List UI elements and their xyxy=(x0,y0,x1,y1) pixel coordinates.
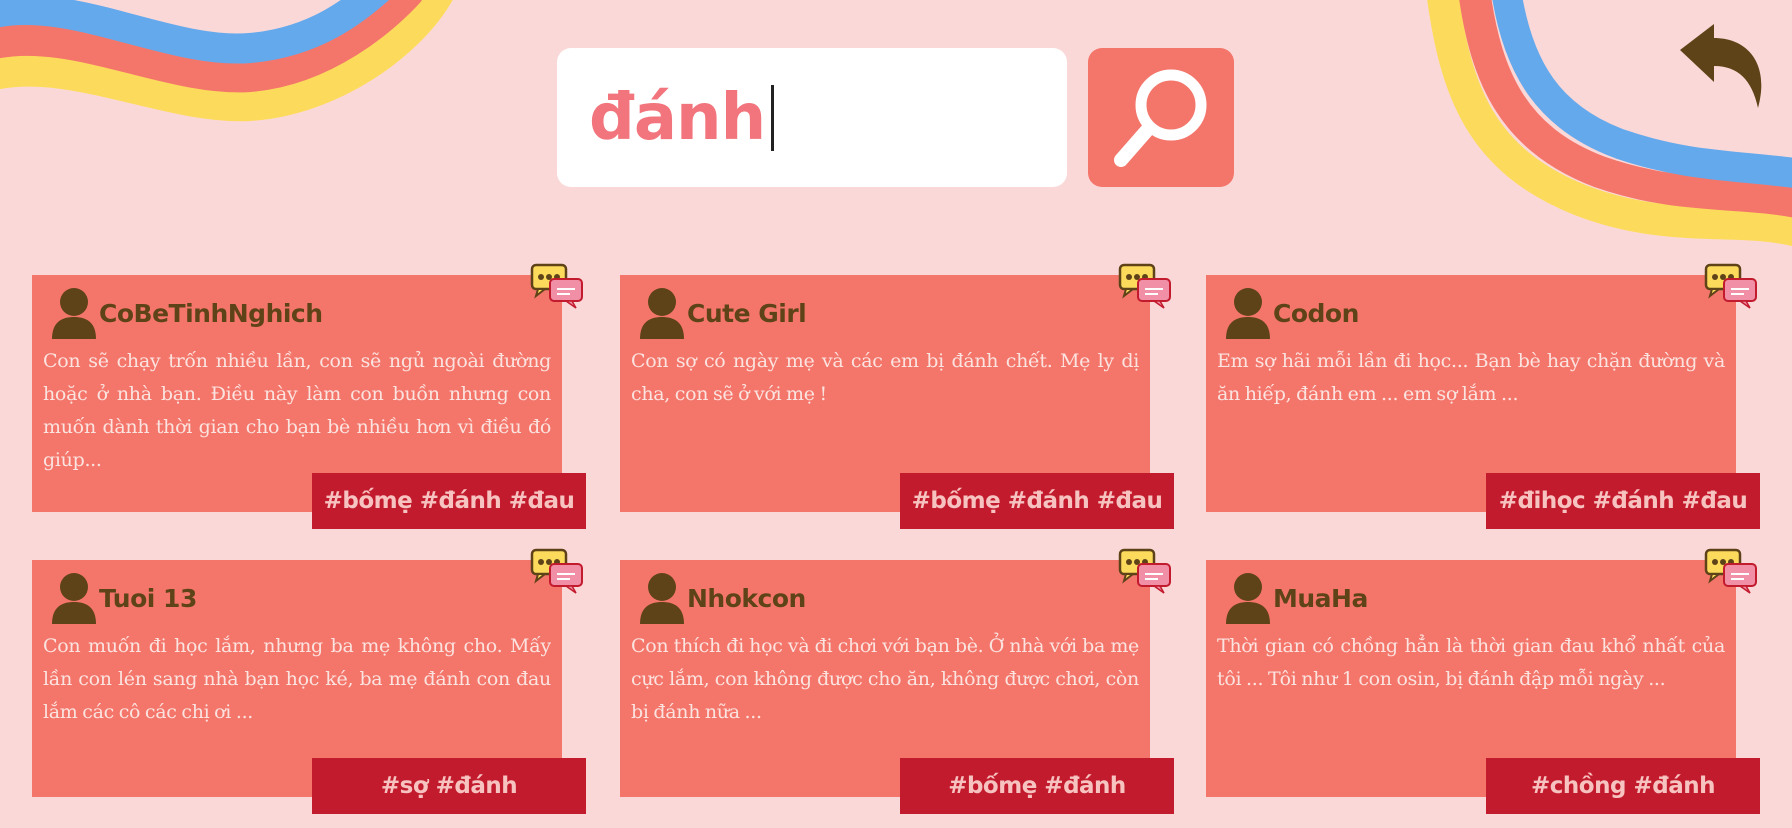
chat-bubbles-icon[interactable] xyxy=(1704,548,1760,594)
post-username[interactable]: CoBeTinhNghich xyxy=(99,299,323,328)
user-avatar-icon xyxy=(52,288,96,339)
user-avatar-icon xyxy=(52,573,96,624)
post-tags[interactable]: #bốmẹ #đánh #đau xyxy=(900,473,1174,529)
search-input[interactable]: đánh xyxy=(557,48,1067,187)
post-header: MuaHa xyxy=(1225,572,1725,624)
chat-bubbles-icon[interactable] xyxy=(530,263,586,309)
search-button[interactable] xyxy=(1088,48,1234,187)
post-text: Thời gian có chồng hẳn là thời gian đau … xyxy=(1217,635,1725,690)
post-text: Con muốn đi học lắm, nhưng ba mẹ không c… xyxy=(43,635,551,723)
post-text: Con thích đi học và đi chơi với bạn bè. … xyxy=(631,635,1139,723)
post-card[interactable]: Cute Girl Con sợ có ngày mẹ và các em bị… xyxy=(620,263,1174,529)
post-card[interactable]: Nhokcon Con thích đi học và đi chơi với … xyxy=(620,548,1174,814)
chat-bubbles-icon[interactable] xyxy=(1118,548,1174,594)
chat-bubbles-icon[interactable] xyxy=(1704,263,1760,309)
post-card[interactable]: Codon Em sợ hãi mỗi lần đi học... Bạn bè… xyxy=(1206,263,1760,529)
post-text: Con sợ có ngày mẹ và các em bị đánh chết… xyxy=(631,350,1139,405)
post-tags[interactable]: #chồng #đánh xyxy=(1486,758,1760,814)
post-header: CoBeTinhNghich xyxy=(51,287,551,339)
decorative-stripes-left xyxy=(0,0,453,122)
back-arrow-icon xyxy=(1680,24,1762,108)
post-card[interactable]: Tuoi 13 Con muốn đi học lắm, nhưng ba mẹ… xyxy=(32,548,586,814)
post-card[interactable]: MuaHa Thời gian có chồng hẳn là thời gia… xyxy=(1206,548,1760,814)
post-username[interactable]: Tuoi 13 xyxy=(99,584,197,613)
search-input-value: đánh xyxy=(589,80,766,155)
post-header: Nhokcon xyxy=(639,572,1139,624)
post-username[interactable]: Cute Girl xyxy=(687,299,807,328)
user-avatar-icon xyxy=(640,288,684,339)
post-tags[interactable]: #đihọc #đánh #đau xyxy=(1486,473,1760,529)
back-button[interactable] xyxy=(1678,24,1768,108)
user-avatar-icon xyxy=(1226,288,1270,339)
text-caret xyxy=(771,84,775,151)
post-text: Con sẽ chạy trốn nhiều lần, con sẽ ngủ n… xyxy=(43,350,551,471)
post-header: Codon xyxy=(1225,287,1725,339)
post-username[interactable]: Nhokcon xyxy=(687,584,806,613)
user-avatar-icon xyxy=(640,573,684,624)
magnifier-icon xyxy=(1114,69,1207,167)
post-card[interactable]: CoBeTinhNghich Con sẽ chạy trốn nhiều lầ… xyxy=(32,263,586,529)
chat-bubbles-icon[interactable] xyxy=(530,548,586,594)
post-tags[interactable]: #sợ #đánh xyxy=(312,758,586,814)
post-tags[interactable]: #bốmẹ #đánh xyxy=(900,758,1174,814)
chat-bubbles-icon[interactable] xyxy=(1118,263,1174,309)
post-text: Em sợ hãi mỗi lần đi học... Bạn bè hay c… xyxy=(1217,350,1725,405)
post-header: Cute Girl xyxy=(639,287,1139,339)
post-header: Tuoi 13 xyxy=(51,572,551,624)
post-username[interactable]: Codon xyxy=(1273,299,1359,328)
post-username[interactable]: MuaHa xyxy=(1273,584,1368,613)
user-avatar-icon xyxy=(1226,573,1270,624)
post-tags[interactable]: #bốmẹ #đánh #đau xyxy=(312,473,586,529)
